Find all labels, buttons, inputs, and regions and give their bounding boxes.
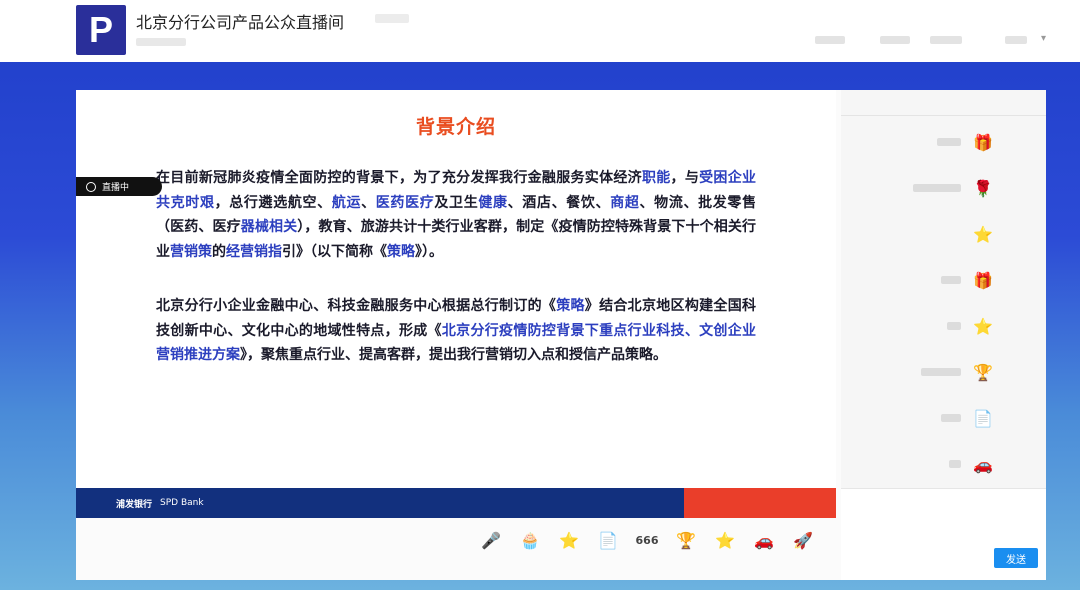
chat-username — [937, 138, 961, 146]
mic-icon: 🎤 — [481, 531, 501, 550]
star-icon: ⭐ — [973, 224, 993, 244]
slide-footer: 浦发银行 SPD Bank — [76, 488, 684, 518]
live-badge: 直播中 — [76, 177, 162, 196]
gift-item[interactable]: 🚀 — [788, 530, 818, 570]
text-segment: 引》（以下简称《 — [282, 243, 387, 260]
chat-message: 🌹 — [841, 172, 1046, 212]
text-segment: 》，聚焦重点行业、提高客群，提出我行营销切入点和授信产品策略。 — [240, 347, 667, 363]
header-control-1[interactable] — [815, 36, 845, 44]
car-icon: 🚗 — [754, 531, 774, 550]
text-segment: 策略 — [387, 243, 415, 260]
chat-message: 🎁 — [841, 264, 1046, 304]
logo-letter: P — [88, 9, 113, 50]
chat-message: 🏆 — [841, 356, 1046, 396]
gift-item[interactable]: 🚗 — [749, 530, 779, 570]
gift-item[interactable]: ⭐ — [554, 530, 584, 570]
footer-brand: 浦发银行 — [116, 499, 153, 510]
trophy-icon: 🏆 — [676, 531, 696, 550]
text-segment: 、 — [361, 194, 376, 211]
chat-message: ⭐ — [841, 310, 1046, 350]
text-segment: 职能 — [641, 170, 671, 186]
text-segment: 》）。 — [415, 243, 443, 260]
gift-icon: 🎁 — [973, 132, 993, 152]
star-icon: ⭐ — [559, 531, 579, 550]
car-icon: 🚗 — [973, 454, 993, 474]
666-icon: 666 — [635, 534, 659, 547]
gift-item[interactable]: 🏆 — [671, 530, 701, 570]
live-label: 直播中 — [102, 183, 130, 193]
channel-logo[interactable]: P — [76, 5, 126, 55]
title-tag — [375, 14, 409, 23]
live-icon — [86, 181, 96, 192]
chat-panel: 🎁 🌹 ⭐ 🎁 ⭐ 🏆 📄 🚗 发送 — [841, 90, 1046, 580]
chevron-down-icon[interactable]: ▾ — [1041, 33, 1046, 44]
star-icon: ⭐ — [973, 316, 993, 336]
subtitle — [136, 38, 186, 46]
gift-icon: 🎁 — [973, 270, 993, 290]
text-segment: 的 — [212, 243, 226, 260]
chat-input-area[interactable]: 发送 — [841, 488, 1046, 580]
text-segment: 在目前新冠肺炎疫情全面防控的背景下，为了充分发挥我行金融服务实体经济 — [156, 170, 642, 186]
text-segment: 经营销指 — [226, 243, 282, 260]
slide-footer-accent — [684, 488, 836, 518]
text-segment: 北京分行小企业金融中心、科技金融服务中心根据总行制订的《 — [156, 298, 557, 314]
top-header: P 北京分行公司产品公众直播间 ▾ — [0, 0, 1080, 62]
footer-en: SPD Bank — [160, 498, 204, 508]
gift-item[interactable]: 666 — [632, 530, 662, 570]
slide-paragraph-1: 在目前新冠肺炎疫情全面防控的背景下，为了充分发挥我行金融服务实体经济职能，与受困… — [156, 166, 756, 264]
text-segment: 器械相关 — [240, 219, 298, 235]
text-segment: ，总行遴选航空、 — [214, 194, 332, 211]
live-stage: 背景介绍 在目前新冠肺炎疫情全面防控的背景下，为了充分发挥我行金融服务实体经济职… — [76, 90, 1046, 580]
text-segment: 策略 — [556, 298, 585, 314]
text-segment: 商超 — [610, 194, 640, 211]
trophy-icon: 🏆 — [973, 362, 993, 382]
chat-username — [941, 414, 961, 422]
chat-username — [913, 184, 961, 192]
gift-bar: 🎤 🧁 ⭐ 📄 666 🏆 ⭐ 🚗 🚀 — [476, 530, 826, 570]
slide-heading: 背景介绍 — [415, 116, 496, 138]
rocket-icon: 🚀 — [793, 531, 813, 550]
chat-username — [921, 368, 961, 376]
star-icon: ⭐ — [715, 531, 735, 550]
chat-username — [941, 276, 961, 284]
chat-message: 📄 — [841, 402, 1046, 442]
chat-message: 🚗 — [841, 448, 1046, 488]
gift-item[interactable]: 🎤 — [476, 530, 506, 570]
flower-icon: 🌹 — [973, 178, 993, 198]
page-title: 北京分行公司产品公众直播间 — [136, 13, 345, 32]
cake-icon: 🧁 — [520, 531, 540, 550]
chat-message: 🎁 — [841, 126, 1046, 166]
send-button[interactable]: 发送 — [994, 548, 1038, 568]
text-segment: 、酒店、餐饮、 — [507, 194, 611, 211]
gift-item[interactable]: 📄 — [593, 530, 623, 570]
header-control-3[interactable] — [930, 36, 962, 44]
text-segment: 健康 — [478, 194, 508, 211]
presentation-slide: 背景介绍 在目前新冠肺炎疫情全面防控的背景下，为了充分发挥我行金融服务实体经济职… — [76, 90, 836, 518]
text-segment: 医药医疗 — [375, 194, 435, 211]
chat-username — [947, 322, 961, 330]
slide-paragraph-2: 北京分行小企业金融中心、科技金融服务中心根据总行制订的《策略》结合北京地区构建全… — [156, 294, 756, 368]
chat-username — [949, 460, 961, 468]
text-segment: 航运 — [331, 194, 362, 211]
text-segment: 营销策 — [170, 243, 212, 260]
paper-icon: 📄 — [973, 408, 993, 428]
user-name[interactable] — [1005, 36, 1027, 44]
paper-icon: 📄 — [598, 531, 618, 550]
text-segment: 及卫生 — [434, 194, 479, 211]
gift-item[interactable]: 🧁 — [515, 530, 545, 570]
header-control-2[interactable] — [880, 36, 910, 44]
gift-item[interactable]: ⭐ — [710, 530, 740, 570]
text-segment: ，与 — [670, 170, 700, 186]
chat-message: ⭐ — [841, 218, 1046, 258]
chat-tabs — [841, 90, 1046, 116]
